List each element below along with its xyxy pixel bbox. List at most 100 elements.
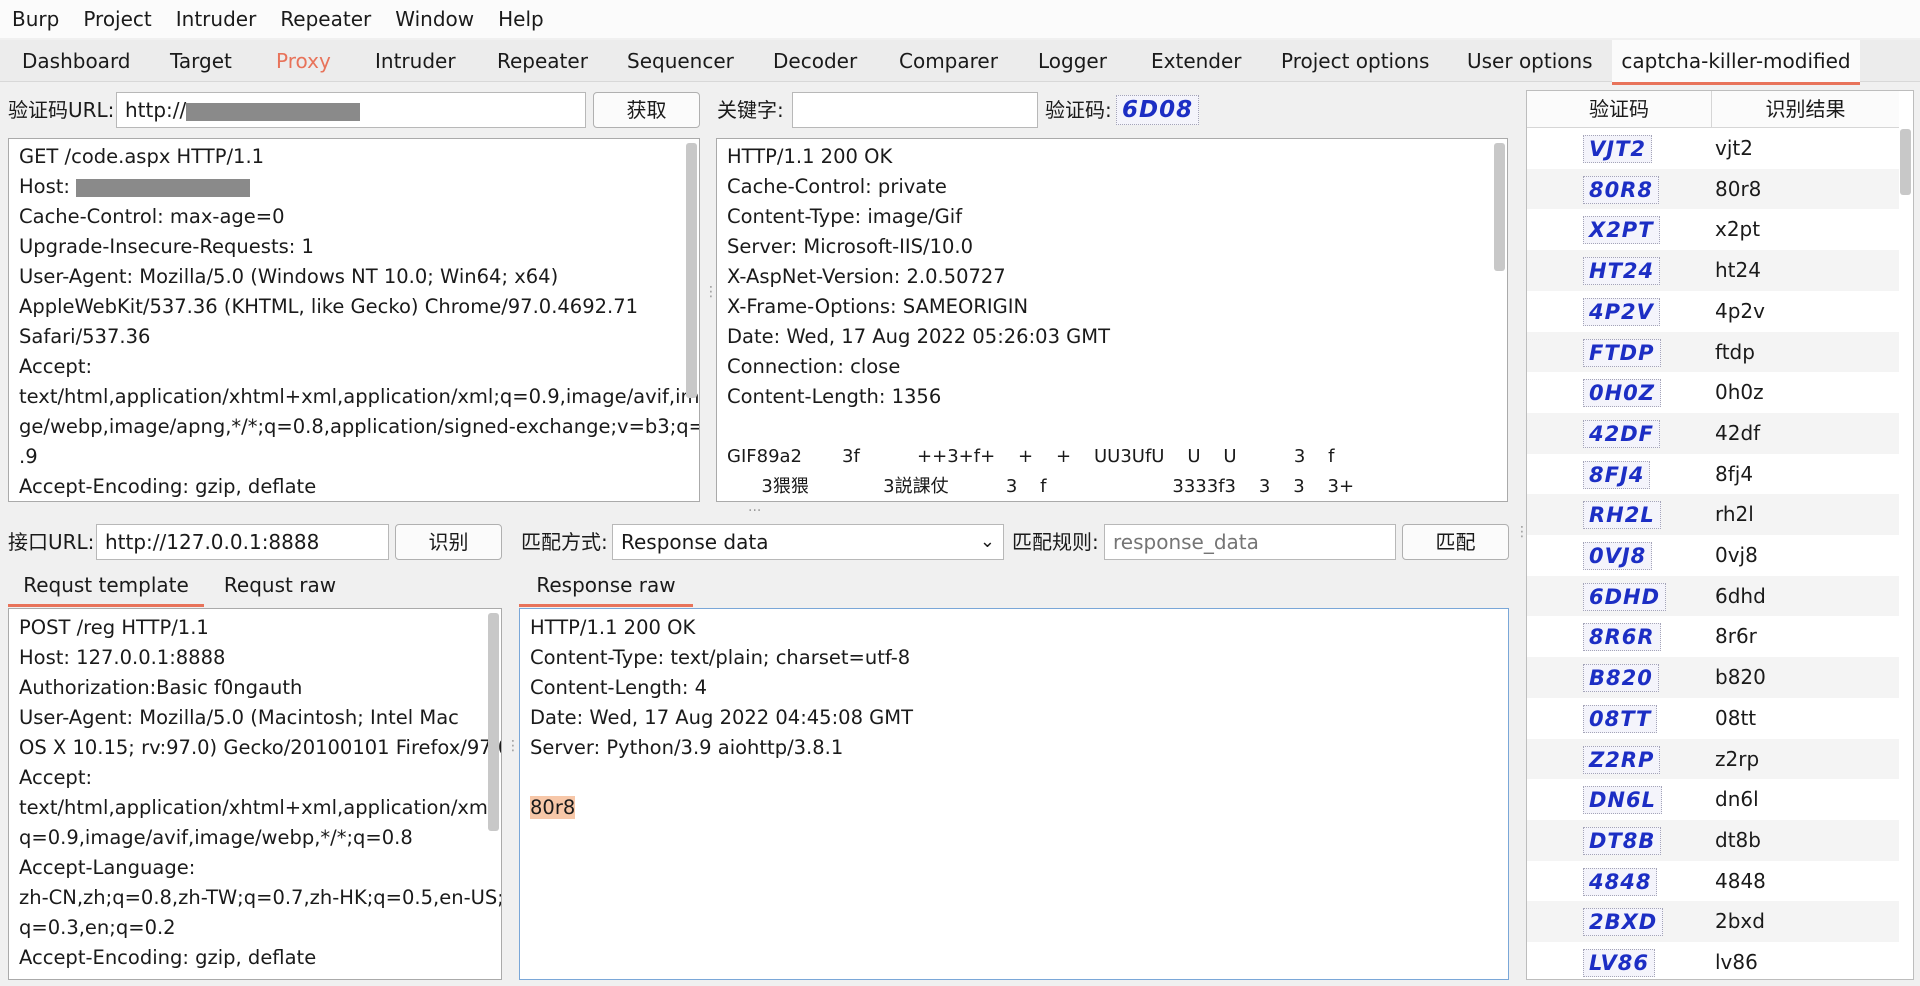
menu-repeater[interactable]: Repeater [268, 7, 383, 31]
tab-request-template[interactable]: Requst template [8, 568, 204, 607]
match-button[interactable]: 匹配 [1402, 524, 1509, 560]
table-row[interactable]: FTDP ftdp [1527, 331, 1899, 373]
main-tab-bar: Dashboard Target Proxy Intruder Repeater… [0, 40, 1920, 85]
tab-logger[interactable]: Logger [1038, 40, 1107, 82]
table-row[interactable]: 8FJ4 8fj4 [1527, 454, 1899, 495]
template-line: q=0.3,en;q=0.2 [19, 916, 176, 939]
captcha-thumbnail: HT24 [1583, 257, 1661, 286]
menu-burp[interactable]: Burp [0, 7, 71, 31]
match-mode-select[interactable]: Response data ⌄ [612, 524, 1004, 560]
response-raw-viewer[interactable]: HTTP/1.1 200 OK Content-Type: text/plain… [519, 608, 1509, 980]
match-rule-input[interactable] [1104, 524, 1396, 560]
captcha-thumbnail: X2PT [1583, 216, 1660, 245]
response-line [717, 412, 1507, 442]
table-row[interactable]: 8R6R 8r6r [1527, 616, 1899, 657]
fetch-button[interactable]: 获取 [593, 92, 700, 128]
captcha-thumbnail: DT8B [1583, 826, 1662, 855]
table-row[interactable]: 80R8 80r8 [1527, 168, 1899, 210]
request-line: User-Agent: Mozilla/5.0 (Windows NT 10.0… [19, 265, 559, 288]
table-row[interactable]: 4P2V 4p2v [1527, 291, 1899, 332]
tab-project-options[interactable]: Project options [1281, 40, 1429, 82]
table-row[interactable]: 2BXD 2bxd [1527, 901, 1899, 942]
tab-proxy[interactable]: Proxy [276, 40, 331, 82]
horizontal-splitter-grip[interactable]: ··· [748, 504, 761, 518]
recognition-result: 08tt [1715, 705, 1757, 730]
recognition-result: z2rp [1715, 746, 1760, 771]
tab-target[interactable]: Target [170, 40, 232, 82]
request-template-editor[interactable]: POST /reg HTTP/1.1 Host: 127.0.0.1:8888 … [8, 608, 502, 980]
column-header-result[interactable]: 识别结果 [1712, 91, 1899, 128]
captcha-thumbnail: DN6L [1583, 786, 1662, 815]
tab-request-raw[interactable]: Requst raw [212, 568, 348, 604]
vertical-splitter-grip[interactable]: ⋮ [506, 739, 520, 753]
table-row[interactable]: 08TT 08tt [1527, 698, 1899, 739]
response-raw-line: HTTP/1.1 200 OK [530, 616, 696, 639]
matched-result-highlight: 80r8 [530, 796, 576, 819]
table-row[interactable]: 0H0Z 0h0z [1527, 372, 1899, 413]
recognition-result: vjt2 [1715, 136, 1753, 160]
results-scrollbar[interactable] [1900, 129, 1911, 195]
menu-bar: Burp Project Intruder Repeater Window He… [0, 0, 1920, 38]
captcha-thumbnail: 2BXD [1583, 908, 1664, 937]
response-scrollbar[interactable] [1494, 143, 1505, 271]
menu-window[interactable]: Window [383, 7, 486, 31]
response-binary-line: GIF89a2 3f ++3+f+ + + UU3UfU U U 3 f [727, 446, 1335, 467]
tab-dashboard[interactable]: Dashboard [22, 40, 131, 82]
table-row[interactable]: HT24 ht24 [1527, 250, 1899, 291]
captcha-thumbnail: 6DHD [1583, 582, 1667, 611]
iface-url-input[interactable]: http://127.0.0.1:8888 [96, 524, 389, 560]
tab-response-raw[interactable]: Response raw [519, 568, 693, 607]
table-row[interactable]: 42DF 42df [1527, 412, 1899, 454]
table-row[interactable]: LV86 lv86 [1527, 942, 1899, 983]
template-line: text/html,application/xhtml+xml,applicat… [19, 796, 500, 819]
table-row[interactable]: VJT2 vjt2 [1527, 128, 1899, 169]
recognition-result: ftdp [1715, 339, 1755, 364]
response-raw-lines: HTTP/1.1 200 OK Content-Type: text/plain… [520, 609, 1508, 823]
tab-comparer[interactable]: Comparer [899, 40, 998, 82]
captcha-request-editor[interactable]: GET /code.aspx HTTP/1.1 Host: Cache-Cont… [8, 138, 700, 502]
table-row[interactable]: Z2RP z2rp [1527, 738, 1899, 780]
recognition-result: x2pt [1715, 217, 1761, 242]
response-raw-line [520, 763, 1508, 793]
match-rule-label: 匹配规则: [1012, 530, 1099, 554]
menu-intruder[interactable]: Intruder [164, 7, 269, 31]
tab-intruder[interactable]: Intruder [375, 40, 456, 82]
tab-user-options[interactable]: User options [1467, 40, 1593, 82]
keyword-input[interactable] [792, 92, 1038, 128]
menu-project[interactable]: Project [71, 7, 163, 31]
tab-sequencer[interactable]: Sequencer [627, 40, 734, 82]
captcha-thumbnail: B820 [1583, 664, 1659, 693]
captcha-thumbnail: FTDP [1583, 338, 1661, 367]
table-row[interactable]: 0VJ8 0vj8 [1527, 535, 1899, 576]
table-row[interactable]: RH2L rh2l [1527, 494, 1899, 535]
response-line: Server: Microsoft-IIS/10.0 [727, 235, 974, 258]
table-row[interactable]: X2PT x2pt [1527, 209, 1899, 250]
recognize-button[interactable]: 识别 [395, 524, 502, 560]
captcha-thumbnail: LV86 [1583, 949, 1655, 977]
request-line: Cache-Control: max-age=0 [19, 205, 285, 228]
captcha-url-input[interactable]: http:// [116, 92, 586, 128]
tab-decoder[interactable]: Decoder [773, 40, 857, 82]
response-line: HTTP/1.1 200 OK [727, 145, 893, 168]
tab-extender[interactable]: Extender [1151, 40, 1242, 82]
table-row[interactable]: DN6L dn6l [1527, 779, 1899, 820]
column-header-captcha[interactable]: 验证码 [1527, 91, 1712, 128]
captcha-response-viewer[interactable]: HTTP/1.1 200 OK Cache-Control: private C… [716, 138, 1508, 502]
recognition-result: 8r6r [1715, 624, 1757, 649]
response-raw-line: Date: Wed, 17 Aug 2022 04:45:08 GMT [530, 706, 914, 729]
keyword-label: 关键字: [717, 98, 784, 122]
menu-help[interactable]: Help [486, 7, 556, 31]
table-row[interactable]: DT8B dt8b [1527, 819, 1899, 861]
request-lines: GET /code.aspx HTTP/1.1 Host: Cache-Cont… [9, 139, 699, 501]
tab-captcha-killer-modified[interactable]: captcha-killer-modified [1612, 40, 1860, 85]
request-scrollbar[interactable] [686, 143, 697, 398]
captcha-thumbnail: Z2RP [1583, 745, 1661, 774]
response-raw-line: Content-Type: text/plain; charset=utf-8 [530, 646, 911, 669]
request-line: AppleWebKit/537.36 (KHTML, like Gecko) C… [19, 295, 639, 318]
table-row[interactable]: 6DHD 6dhd [1527, 575, 1899, 617]
table-row[interactable]: 4848 4848 [1527, 861, 1899, 902]
match-mode-value: Response data [621, 530, 769, 554]
template-scrollbar[interactable] [488, 613, 499, 831]
table-row[interactable]: B820 b820 [1527, 657, 1899, 698]
tab-repeater[interactable]: Repeater [497, 40, 588, 82]
